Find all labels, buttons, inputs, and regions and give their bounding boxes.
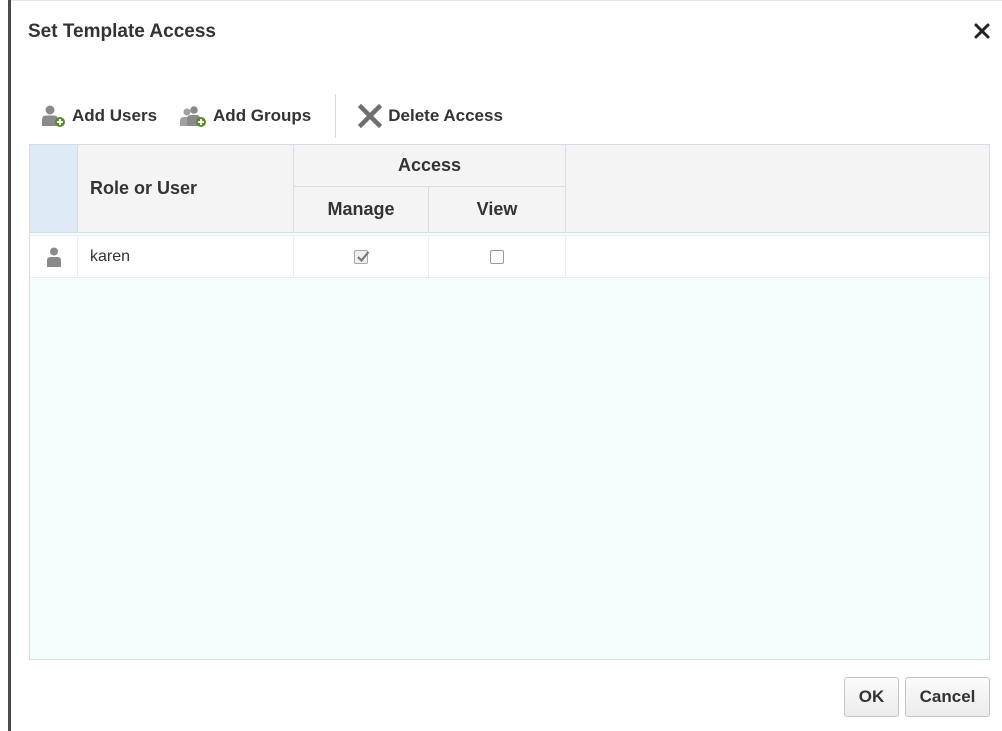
- table-row[interactable]: karen: [30, 235, 989, 278]
- delete-x-icon: [358, 104, 383, 128]
- row-selector-header[interactable]: [30, 145, 78, 232]
- header-manage[interactable]: Manage: [294, 187, 429, 232]
- view-checkbox[interactable]: [490, 249, 504, 264]
- add-groups-button[interactable]: Add Groups: [179, 104, 311, 128]
- header-role-or-user[interactable]: Role or User: [78, 145, 294, 232]
- manage-cell: [294, 236, 429, 277]
- view-cell: [429, 236, 566, 277]
- toolbar-separator: [335, 94, 337, 138]
- delete-access-label: Delete Access: [388, 106, 503, 125]
- set-template-access-dialog: Set Template Access Add Users Add Groups…: [0, 0, 1002, 731]
- close-button[interactable]: [970, 19, 994, 43]
- left-edge-bar: [8, 0, 11, 731]
- add-groups-label: Add Groups: [213, 106, 312, 125]
- cancel-button[interactable]: Cancel: [905, 677, 990, 717]
- add-group-icon: [180, 106, 207, 127]
- header-access-group: Access: [294, 145, 566, 187]
- add-users-button[interactable]: Add Users: [40, 104, 157, 128]
- header-view[interactable]: View: [429, 187, 566, 232]
- delete-access-button[interactable]: Delete Access: [358, 104, 503, 128]
- toolbar: Add Users Add Groups Delete Access: [40, 94, 525, 138]
- table-header: Role or User Access Manage View: [30, 145, 989, 233]
- row-type-cell: [30, 236, 78, 277]
- add-users-label: Add Users: [72, 106, 158, 125]
- close-icon: [974, 23, 990, 39]
- row-user-name: karen: [78, 236, 294, 277]
- ok-button[interactable]: OK: [844, 677, 899, 717]
- dialog-title: Set Template Access: [28, 21, 216, 42]
- dialog-titlebar: Set Template Access: [11, 0, 1002, 64]
- manage-checkbox[interactable]: [354, 249, 370, 264]
- add-user-icon: [42, 105, 65, 127]
- access-table: Role or User Access Manage View karen: [29, 144, 990, 660]
- user-icon: [46, 247, 61, 267]
- checkmark-icon: [357, 250, 370, 262]
